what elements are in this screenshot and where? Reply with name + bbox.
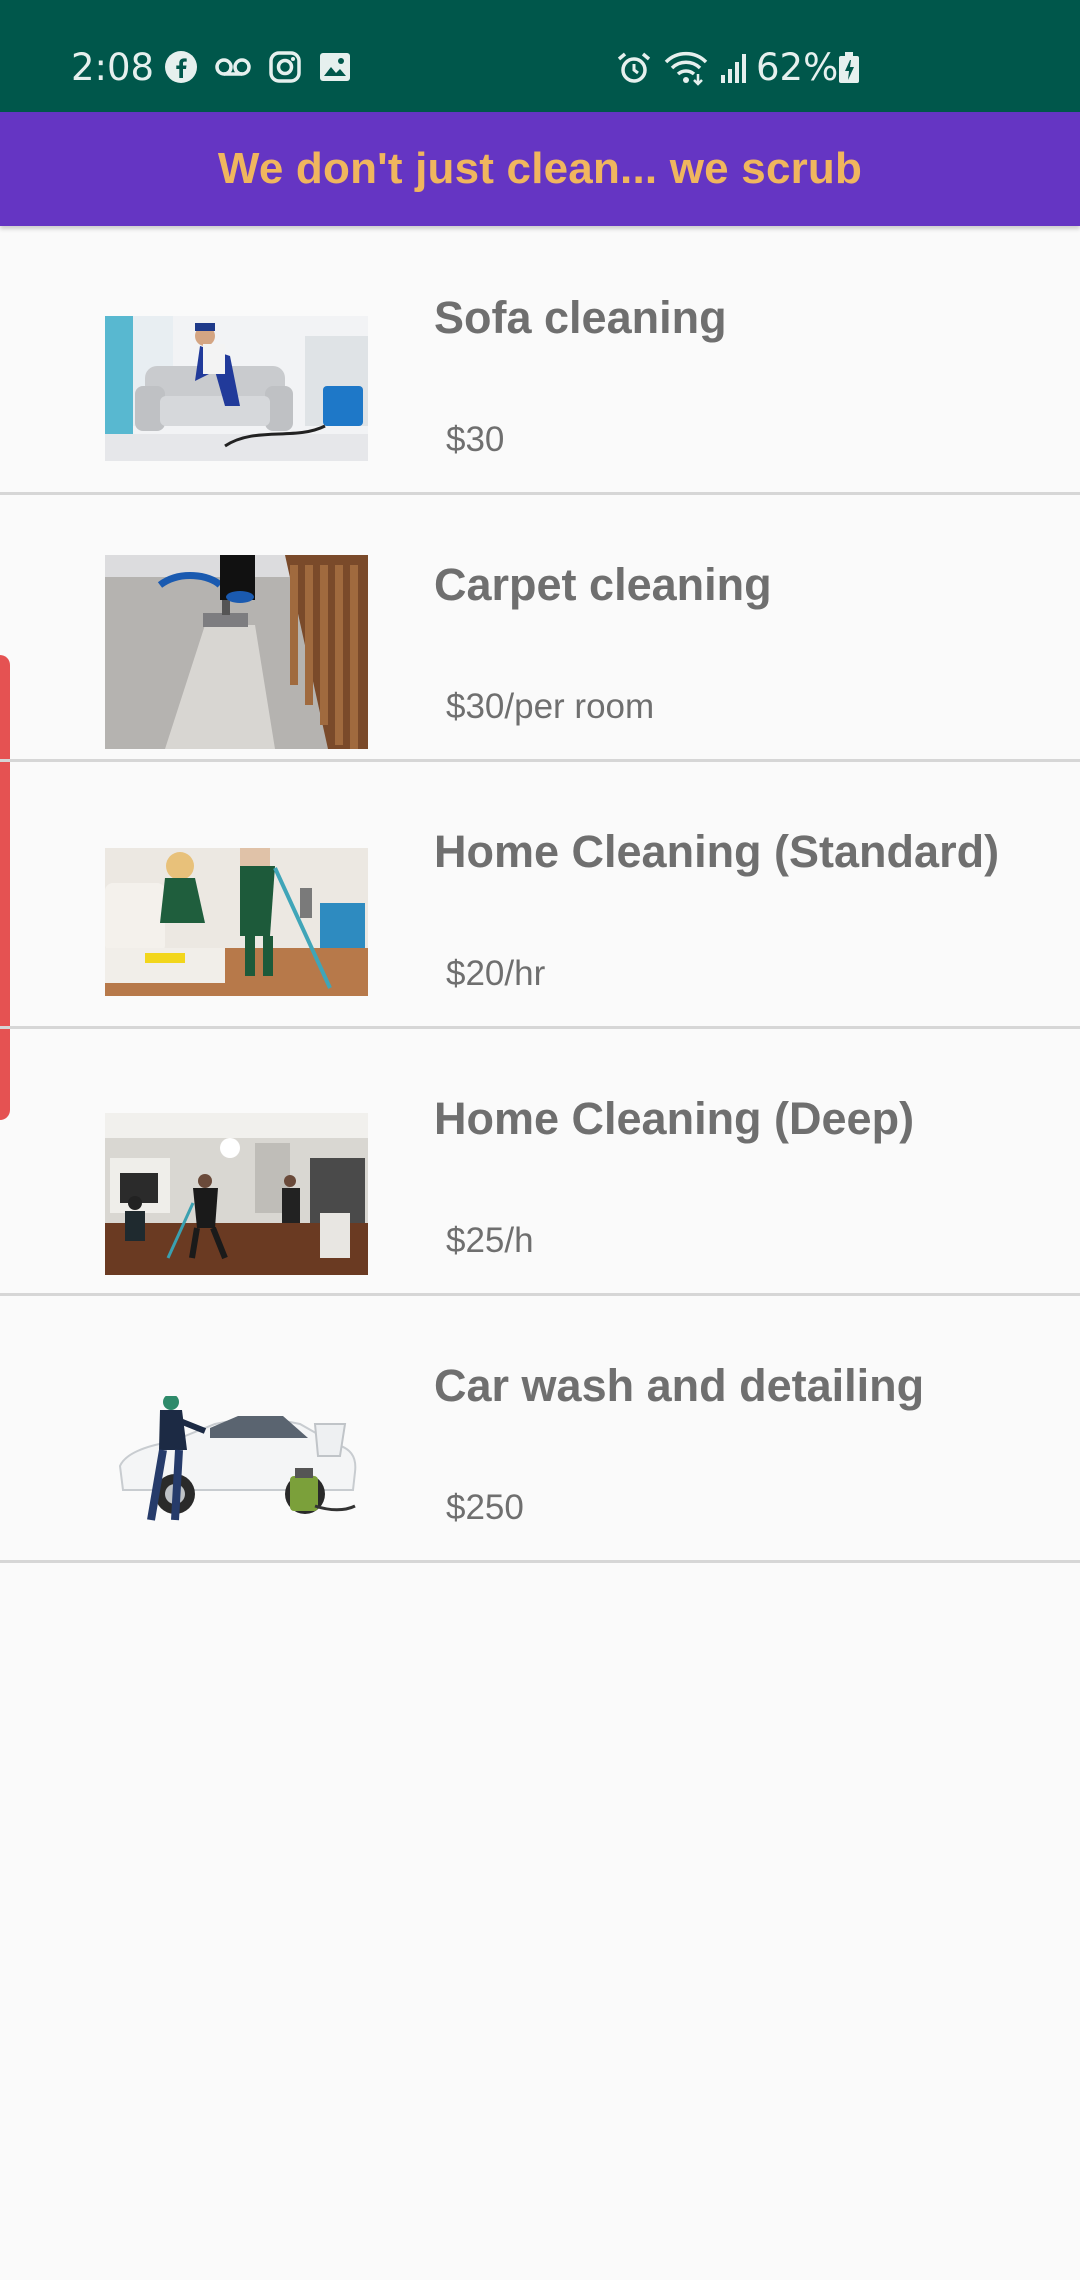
instagram-icon [268,50,302,84]
home-deep-image [105,1113,368,1275]
status-notification-icons [164,50,352,84]
service-price: $25/h [446,1221,534,1260]
battery-percent: 62% [756,46,839,89]
service-title: Home Cleaning (Standard) [434,826,1000,877]
status-bar: 2:08 62% [0,0,1080,112]
sofa-cleaning-image [105,316,368,461]
list-item[interactable]: Home Cleaning (Standard) $20/hr [0,762,1080,1029]
list-item[interactable]: Home Cleaning (Deep) $25/h [0,1029,1080,1296]
service-title: Home Cleaning (Deep) [434,1093,915,1144]
gallery-icon [318,50,352,84]
service-price: $30/per room [446,687,655,726]
service-title: Sofa cleaning [434,292,727,343]
list-item[interactable]: Sofa cleaning $30 [0,228,1080,495]
list-item[interactable]: Carpet cleaning $30/per room [0,495,1080,762]
service-title: Carpet cleaning [434,559,772,610]
list-item[interactable]: Car wash and detailing $250 [0,1296,1080,1563]
signal-icon [720,51,750,85]
battery-icon [838,52,860,84]
alarm-icon [616,50,652,86]
home-standard-image [105,848,368,996]
service-price: $20/hr [446,954,546,993]
service-price: $30 [446,420,505,459]
service-price: $250 [446,1488,524,1527]
status-system-icons [616,50,750,86]
services-list: Sofa cleaning $30 Carpet cleaning $30/pe… [0,228,1080,1563]
facebook-icon [164,50,198,84]
service-title: Car wash and detailing [434,1360,925,1411]
voicemail-icon [214,50,252,84]
app-title: We don't just clean... we scrub [217,144,863,193]
status-time: 2:08 [71,46,155,89]
app-bar: We don't just clean... we scrub [0,112,1080,226]
wifi-icon [664,50,708,86]
car-wash-image [105,1396,368,1528]
carpet-cleaning-image [105,555,368,749]
